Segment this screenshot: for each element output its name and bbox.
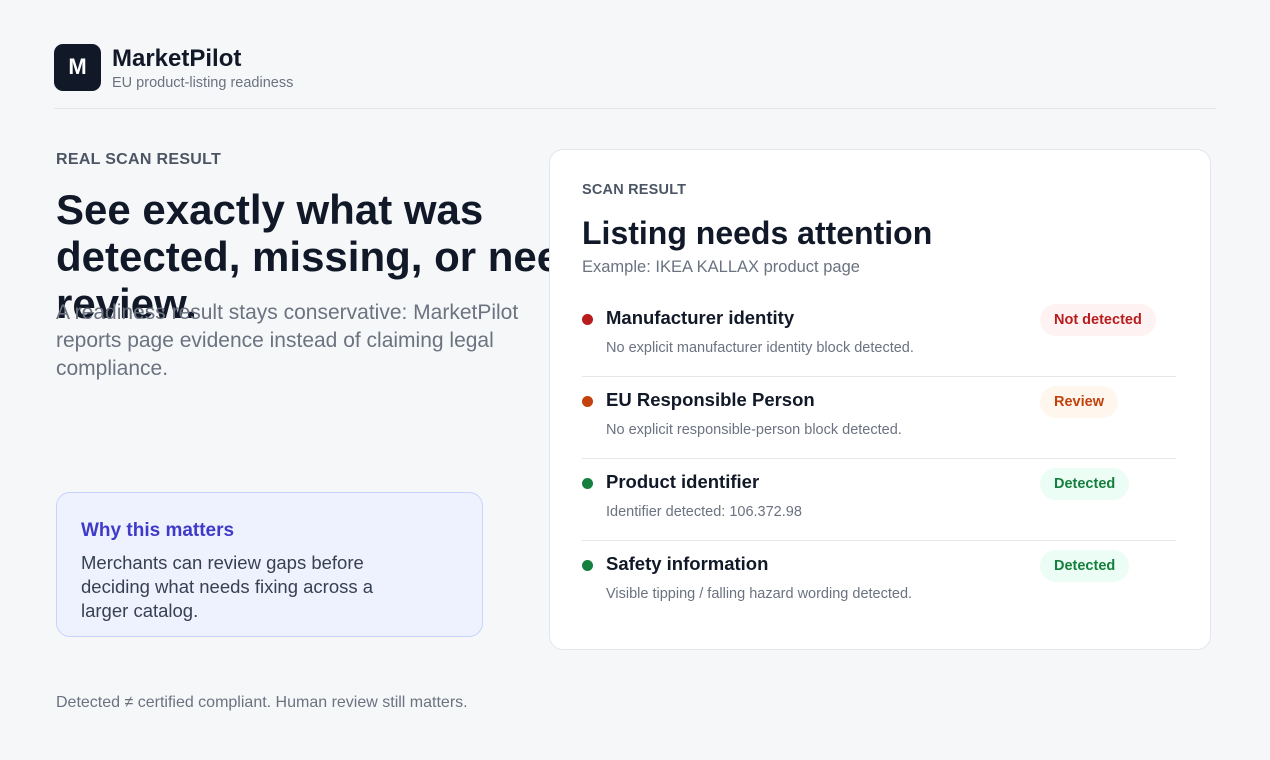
- scan-item: Safety information Visible tipping / fal…: [582, 541, 1176, 623]
- page: M MarketPilot EU product-listing readine…: [0, 0, 1270, 760]
- status-dot-icon: [582, 314, 593, 325]
- status-dot-icon: [582, 396, 593, 407]
- footer-note: Detected ≠ certified compliant. Human re…: [56, 694, 468, 711]
- scan-item: EU Responsible Person No explicit respon…: [582, 377, 1176, 459]
- status-dot-icon: [582, 478, 593, 489]
- scan-items: Manufacturer identity No explicit manufa…: [582, 295, 1176, 623]
- scan-item-desc: Identifier detected: 106.372.98: [606, 504, 802, 520]
- status-badge: Not detected: [1040, 304, 1156, 336]
- status-dot-icon: [582, 560, 593, 571]
- why-text: Merchants can review gaps before decidin…: [81, 552, 374, 621]
- card-title: Listing needs attention: [582, 215, 933, 251]
- card-eyebrow: SCAN RESULT: [582, 182, 687, 198]
- brand: MarketPilot EU product-listing readiness: [112, 42, 293, 92]
- scan-item: Manufacturer identity No explicit manufa…: [582, 295, 1176, 377]
- scan-item-title: Safety information: [606, 553, 769, 574]
- scan-item-title: EU Responsible Person: [606, 389, 815, 410]
- scan-item-title: Product identifier: [606, 471, 760, 492]
- scan-item-desc: No explicit manufacturer identity block …: [606, 340, 914, 356]
- why-box: Why this matters Merchants can review ga…: [56, 492, 483, 637]
- hero-eyebrow: REAL SCAN RESULT: [56, 151, 222, 168]
- scan-item-title: Manufacturer identity: [606, 307, 795, 328]
- scan-item-desc: No explicit responsible-person block det…: [606, 422, 902, 438]
- brand-tagline: EU product-listing readiness: [112, 75, 294, 91]
- header: M MarketPilot EU product-listing readine…: [54, 42, 293, 92]
- status-badge: Detected: [1040, 550, 1130, 582]
- header-divider: [54, 108, 1216, 109]
- card-subtitle: Example: IKEA KALLAX product page: [582, 258, 860, 276]
- status-badge: Detected: [1040, 468, 1130, 500]
- scan-item-desc: Visible tipping / falling hazard wording…: [606, 586, 913, 602]
- why-title: Why this matters: [81, 520, 235, 541]
- scan-result-card: SCAN RESULT Listing needs attention Exam…: [549, 149, 1211, 650]
- status-badge: Review: [1040, 386, 1118, 418]
- logo-icon[interactable]: M: [54, 43, 101, 91]
- brand-name[interactable]: MarketPilot: [112, 46, 293, 72]
- hero-lead: A readiness result stays conservative: M…: [56, 301, 519, 380]
- scan-item: Product identifier Identifier detected: …: [582, 459, 1176, 541]
